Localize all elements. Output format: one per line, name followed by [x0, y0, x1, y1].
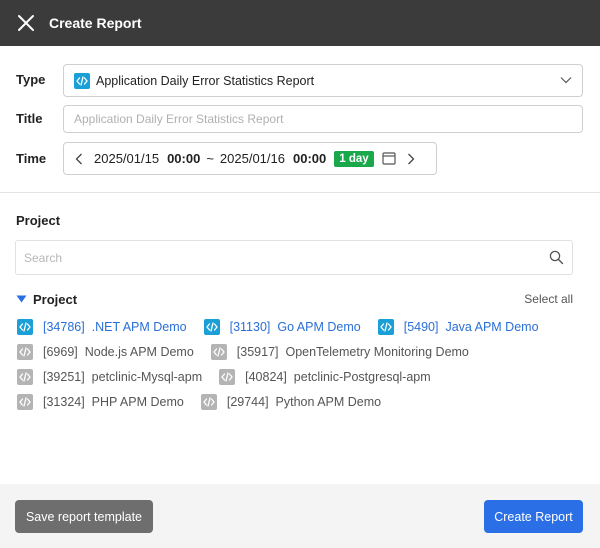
- end-date: 2025/01/16: [219, 151, 285, 166]
- project-section-title: Project: [16, 213, 61, 228]
- project-label: [31324] PHP APM Demo: [43, 395, 184, 409]
- save-template-button[interactable]: Save report template: [15, 500, 153, 533]
- project-label: [40824] petclinic-Postgresql-apm: [245, 370, 431, 384]
- project-id: [39251]: [43, 370, 85, 384]
- calendar-button[interactable]: [382, 152, 396, 165]
- code-icon: [17, 319, 33, 335]
- start-time: 00:00: [167, 151, 201, 166]
- time-label: Time: [16, 151, 47, 166]
- project-group-header: Project Select all: [16, 291, 573, 307]
- end-time: 00:00: [293, 151, 327, 166]
- title-input[interactable]: [63, 105, 583, 133]
- project-item[interactable]: [29744] Python APM Demo: [200, 394, 381, 410]
- project-name: PHP APM Demo: [91, 395, 184, 409]
- project-search: [15, 240, 573, 275]
- code-icon: [17, 344, 33, 360]
- close-icon: [18, 15, 34, 31]
- code-icon: [17, 394, 33, 410]
- project-label: [29744] Python APM Demo: [227, 395, 381, 409]
- project-row: [34786] .NET APM Demo [31130] Go APM Demo…: [17, 319, 556, 335]
- dialog-title: Create Report: [49, 15, 142, 31]
- project-name: Go APM Demo: [277, 320, 361, 334]
- title-label: Title: [16, 111, 43, 126]
- prev-range-button[interactable]: [72, 150, 86, 168]
- project-name: Python APM Demo: [275, 395, 382, 409]
- project-id: [29744]: [226, 395, 269, 409]
- type-value: Application Daily Error Statistics Repor…: [96, 73, 315, 88]
- chevron-down-icon: [560, 74, 572, 89]
- project-label: [5490] Java APM Demo: [404, 320, 539, 334]
- project-item[interactable]: [35917] OpenTelemetry Monitoring Demo: [210, 344, 469, 360]
- project-item[interactable]: [6969] Node.js APM Demo: [17, 344, 194, 360]
- chevron-right-icon: [407, 153, 415, 164]
- project-id: [40824]: [245, 370, 287, 384]
- project-group-label: Project: [33, 291, 78, 307]
- project-item[interactable]: [39251] petclinic-Mysql-apm: [17, 369, 202, 385]
- project-id: [31130]: [229, 320, 271, 334]
- project-item[interactable]: [34786] .NET APM Demo: [17, 319, 187, 335]
- project-label: [6969] Node.js APM Demo: [43, 345, 194, 359]
- select-all-button[interactable]: Select all: [524, 292, 573, 306]
- code-icon: [74, 72, 90, 89]
- close-button[interactable]: [15, 12, 37, 34]
- range-separator: ~: [206, 151, 214, 166]
- project-label: [34786] .NET APM Demo: [43, 320, 187, 334]
- search-icon[interactable]: [549, 250, 564, 265]
- project-item[interactable]: [31324] PHP APM Demo: [17, 394, 184, 410]
- dialog-footer: Save report template Create Report: [0, 484, 600, 548]
- search-input[interactable]: [16, 241, 549, 274]
- code-icon: [219, 369, 236, 385]
- project-item[interactable]: [5490] Java APM Demo: [377, 319, 539, 335]
- project-row: [39251] petclinic-Mysql-apm [40824] petcl…: [17, 369, 448, 385]
- code-icon: [210, 344, 227, 360]
- create-report-button[interactable]: Create Report: [484, 500, 583, 533]
- dialog-header: Create Report: [0, 0, 600, 46]
- project-row: [6969] Node.js APM Demo [35917] OpenTelem…: [17, 344, 486, 360]
- project-label: [31130] Go APM Demo: [230, 320, 361, 334]
- project-id: [5490]: [403, 320, 439, 334]
- time-range-picker[interactable]: 2025/01/15 00:00 ~ 2025/01/16 00:00 1 da…: [63, 142, 437, 175]
- chevron-left-icon: [75, 153, 82, 164]
- project-item[interactable]: [31130] Go APM Demo: [203, 319, 361, 335]
- project-name: Java APM Demo: [445, 320, 539, 334]
- project-row: [31324] PHP APM Demo [29744] Python APM D…: [17, 394, 398, 410]
- project-id: [34786]: [43, 320, 85, 334]
- calendar-icon: [382, 152, 396, 165]
- code-icon: [203, 319, 220, 335]
- project-label: [35917] OpenTelemetry Monitoring Demo: [237, 345, 469, 359]
- triangle-down-icon[interactable]: [16, 295, 27, 303]
- project-name: Node.js APM Demo: [84, 345, 194, 359]
- code-icon: [377, 319, 394, 335]
- project-id: [31324]: [43, 395, 85, 409]
- type-label: Type: [16, 72, 46, 87]
- code-icon: [200, 394, 217, 410]
- type-select[interactable]: Application Daily Error Statistics Repor…: [63, 64, 583, 97]
- project-name: .NET APM Demo: [91, 320, 187, 334]
- project-name: petclinic-Postgresql-apm: [293, 370, 431, 384]
- code-icon: [17, 369, 33, 385]
- next-range-button[interactable]: [404, 150, 418, 168]
- project-id: [35917]: [236, 345, 279, 359]
- project-label: [39251] petclinic-Mysql-apm: [43, 370, 202, 384]
- project-name: petclinic-Mysql-apm: [91, 370, 203, 384]
- range-badge: 1 day: [334, 150, 374, 167]
- project-id: [6969]: [43, 345, 78, 359]
- project-name: OpenTelemetry Monitoring Demo: [285, 345, 469, 359]
- project-item[interactable]: [40824] petclinic-Postgresql-apm: [219, 369, 431, 385]
- section-divider: [0, 192, 600, 193]
- start-date: 2025/01/15: [94, 151, 160, 166]
